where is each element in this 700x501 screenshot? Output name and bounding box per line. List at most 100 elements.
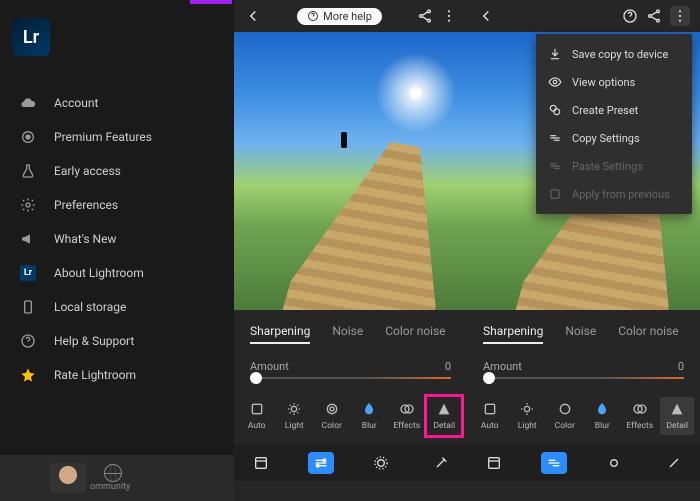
slider-thumb[interactable] <box>250 372 262 384</box>
tool-effects[interactable]: Effects <box>623 397 657 435</box>
selective-button[interactable] <box>368 452 394 474</box>
sidebar-item-label: Early access <box>54 164 121 178</box>
sidebar-panel: Lr Account Premium Features Early access… <box>0 0 234 501</box>
menu-label: Paste Settings <box>572 160 643 173</box>
tab-color-noise[interactable]: Color noise <box>618 324 678 344</box>
sidebar-item-rate[interactable]: Rate Lightroom <box>0 358 234 392</box>
menu-label: View options <box>572 76 635 89</box>
menu-view-options[interactable]: View options <box>536 68 692 96</box>
tool-label: Auto <box>481 421 499 431</box>
preset-icon <box>548 103 562 117</box>
effects-icon <box>632 401 648 417</box>
share-icon[interactable] <box>417 8 433 24</box>
tool-detail[interactable]: Detail <box>660 397 694 435</box>
light-icon <box>286 401 302 417</box>
share-icon[interactable] <box>646 8 662 24</box>
phone-panel-b: Save copy to device View options Create … <box>467 0 700 501</box>
more-help-button[interactable]: More help <box>297 8 382 25</box>
tab-noise[interactable]: Noise <box>565 324 596 344</box>
apply-previous-icon <box>548 187 562 201</box>
gear-icon <box>20 197 36 213</box>
menu-create-preset[interactable]: Create Preset <box>536 96 692 124</box>
sidebar-item-label: Local storage <box>54 300 126 314</box>
sidebar-item-help[interactable]: Help & Support <box>0 324 234 358</box>
sidebar-item-label: About Lightroom <box>54 266 144 280</box>
light-icon <box>519 401 535 417</box>
menu-label: Apply from previous <box>572 188 670 201</box>
edit-button[interactable] <box>541 452 567 474</box>
healing-button[interactable] <box>661 452 687 474</box>
tool-light[interactable]: Light <box>510 397 544 435</box>
color-icon <box>557 401 573 417</box>
bottom-strip: ommunity <box>0 455 234 501</box>
sidebar-item-label: Account <box>54 96 98 110</box>
library-button[interactable] <box>481 452 507 474</box>
sidebar-item-premium[interactable]: Premium Features <box>0 120 234 154</box>
sidebar-item-preferences[interactable]: Preferences <box>0 188 234 222</box>
flask-icon <box>20 163 36 179</box>
more-icon[interactable] <box>441 8 457 24</box>
menu-label: Create Preset <box>572 104 638 117</box>
sidebar-item-account[interactable]: Account <box>0 86 234 120</box>
help-icon[interactable] <box>622 8 638 24</box>
menu-copy-settings[interactable]: Copy Settings <box>536 124 692 152</box>
sidebar-item-label: Premium Features <box>54 130 152 144</box>
tool-color[interactable]: Color <box>315 397 349 435</box>
back-icon[interactable] <box>477 7 495 25</box>
bottom-bar <box>467 445 700 481</box>
tool-label: Color <box>555 421 575 431</box>
effects-icon <box>399 401 415 417</box>
menu-save-copy[interactable]: Save copy to device <box>536 40 692 68</box>
auto-icon <box>482 401 498 417</box>
sidebar-item-local-storage[interactable]: Local storage <box>0 290 234 324</box>
globe-icon[interactable] <box>104 464 122 482</box>
amount-slider-row: Amount 0 <box>234 350 467 383</box>
tool-auto[interactable]: Auto <box>473 397 507 435</box>
library-button[interactable] <box>248 452 274 474</box>
edit-button[interactable] <box>308 452 334 474</box>
tool-label: Blur <box>362 421 377 431</box>
copy-settings-icon <box>548 131 562 145</box>
help-icon <box>20 333 36 349</box>
tool-label: Effects <box>393 421 420 431</box>
avatar[interactable] <box>50 463 86 493</box>
sidebar-item-early-access[interactable]: Early access <box>0 154 234 188</box>
app-logo: Lr <box>12 18 50 56</box>
tool-label: Detail <box>666 421 688 431</box>
photo-person <box>341 132 347 148</box>
tool-label: Detail <box>433 421 455 431</box>
sidebar-item-label: Preferences <box>54 198 118 212</box>
more-icon[interactable] <box>670 6 690 26</box>
sidebar-item-about[interactable]: Lr About Lightroom <box>0 256 234 290</box>
eye-icon <box>548 75 562 89</box>
color-icon <box>324 401 340 417</box>
tool-label: Color <box>322 421 342 431</box>
tool-color[interactable]: Color <box>548 397 582 435</box>
tool-blur[interactable]: Blur <box>585 397 619 435</box>
tab-sharpening[interactable]: Sharpening <box>250 324 310 344</box>
tab-sharpening[interactable]: Sharpening <box>483 324 543 344</box>
back-icon[interactable] <box>244 7 262 25</box>
detail-icon <box>669 401 685 417</box>
amount-slider[interactable] <box>250 377 451 379</box>
healing-button[interactable] <box>428 452 454 474</box>
sidebar-item-whats-new[interactable]: What's New <box>0 222 234 256</box>
tab-noise[interactable]: Noise <box>332 324 363 344</box>
tool-blur[interactable]: Blur <box>352 397 386 435</box>
tool-light[interactable]: Light <box>277 397 311 435</box>
menu-label: Copy Settings <box>572 132 640 145</box>
selective-button[interactable] <box>601 452 627 474</box>
menu-paste-settings: Paste Settings <box>536 152 692 180</box>
sidebar-item-label: Help & Support <box>54 334 134 348</box>
tool-auto[interactable]: Auto <box>240 397 274 435</box>
tab-color-noise[interactable]: Color noise <box>385 324 445 344</box>
tool-effects[interactable]: Effects <box>390 397 424 435</box>
download-icon <box>548 47 562 61</box>
amount-slider[interactable] <box>483 377 684 379</box>
cloud-icon <box>20 95 36 111</box>
tool-detail[interactable]: Detail <box>427 397 461 435</box>
bottom-bar <box>234 445 467 481</box>
slider-thumb[interactable] <box>483 372 495 384</box>
tool-label: Light <box>285 421 304 431</box>
photo-preview[interactable] <box>234 32 467 310</box>
